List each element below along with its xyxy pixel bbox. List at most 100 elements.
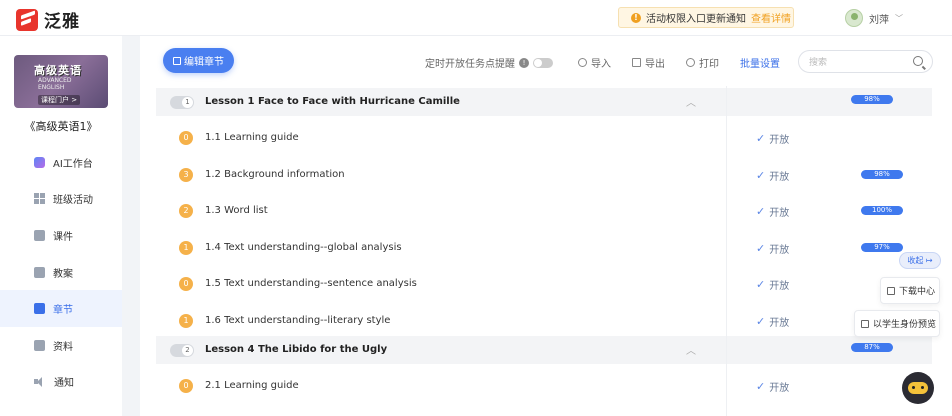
section-progress-bar: 98% — [861, 169, 903, 179]
section-title[interactable]: 1.1 Learning guide — [205, 132, 299, 143]
chapter-icon — [34, 303, 45, 315]
edit-chapter-button[interactable]: 编辑章节 — [163, 48, 234, 73]
batch-settings-button[interactable]: 批量设置 — [740, 55, 780, 70]
section-progress-bar: 97% — [861, 242, 903, 252]
task-count-badge: 0 — [179, 131, 193, 145]
sidebar-item-label: 教案 — [53, 268, 73, 280]
section-title[interactable]: 1.5 Text understanding--sentence analysi… — [205, 278, 417, 289]
export-icon — [632, 58, 641, 67]
task-count-badge: 2 — [179, 204, 193, 219]
import-button[interactable]: 导入 — [578, 55, 611, 70]
course-name: 《高级英语1》 — [24, 120, 98, 133]
sidebar-item-class-activity[interactable]: 班级活动 — [0, 181, 122, 218]
notice-text: 活动权限入口更新通知 — [646, 14, 746, 25]
download-center-button[interactable]: 下载中心 — [880, 277, 940, 304]
timed-open-switch[interactable] — [533, 57, 553, 68]
assistant-robot-icon[interactable] — [902, 372, 934, 404]
export-button[interactable]: 导出 — [632, 55, 665, 70]
logo-icon — [16, 8, 38, 31]
sidebar-item-lesson-plan[interactable]: 教案 — [0, 254, 122, 291]
sidebar-item-chapters[interactable]: 章节 — [0, 290, 122, 327]
avatar — [845, 9, 863, 27]
student-preview-button[interactable]: 以学生身份预览 — [854, 310, 940, 337]
section-row[interactable]: 2 1.3 Word list ✓ 开放 100% — [156, 193, 932, 229]
lesson-row[interactable]: 2 Lesson 4 The Libido for the Ugly ︿ — [156, 335, 932, 364]
course-portal-link[interactable]: 课程门户 > — [38, 95, 81, 105]
sidebar-item-notice[interactable]: 通知 — [0, 364, 122, 401]
ai-icon — [34, 156, 45, 168]
lesson-index-badge: 1 — [170, 96, 194, 109]
section-row[interactable]: 0 2.1 Learning guide ✓ 开放 — [156, 368, 932, 404]
search-input[interactable]: 搜索 — [798, 50, 933, 73]
open-status[interactable]: ✓ 开放 — [756, 314, 789, 329]
notice-banner: ! 活动权限入口更新通知 查看详情 — [618, 7, 794, 28]
sidebar-item-label: 章节 — [53, 305, 73, 317]
logo-text: 泛雅 — [44, 12, 80, 32]
open-status[interactable]: ✓ 开放 — [756, 277, 789, 292]
preview-icon — [861, 319, 869, 328]
section-row-main: 0 1.1 Learning guide — [156, 120, 716, 156]
sidebar-item-label: 课件 — [53, 231, 73, 243]
section-row-main: 0 2.1 Learning guide — [156, 368, 716, 404]
section-title[interactable]: 1.3 Word list — [205, 205, 268, 216]
sidebar-item-label: AI工作台 — [53, 158, 93, 170]
section-title[interactable]: 1.2 Background information — [205, 169, 345, 180]
import-icon — [578, 58, 587, 67]
sidebar-item-materials[interactable]: 资料 — [0, 327, 122, 364]
section-row[interactable]: 3 1.2 Background information ✓ 开放 98% — [156, 157, 932, 193]
open-status[interactable]: ✓ 开放 — [756, 131, 789, 146]
section-row[interactable]: 1 1.6 Text understanding--literary style ✓… — [156, 303, 932, 339]
check-icon: ✓ — [756, 205, 766, 219]
task-count-badge: 0 — [179, 277, 193, 292]
check-icon: ✓ — [756, 168, 766, 182]
app-logo[interactable]: 泛雅 — [16, 7, 80, 32]
lesson-plan-icon — [34, 266, 45, 278]
warning-icon: ! — [631, 12, 641, 23]
open-status[interactable]: ✓ 开放 — [756, 204, 789, 219]
section-row-main: 1 1.6 Text understanding--literary style — [156, 303, 716, 339]
sidebar-item-label: 通知 — [54, 378, 74, 390]
section-row-status: ✓ 开放 — [726, 120, 932, 156]
lesson-index-badge: 2 — [170, 343, 194, 357]
cover-subtitle: ADVANCED ENGLISH — [38, 77, 72, 91]
top-bar: 泛雅 ! 活动权限入口更新通知 查看详情 刘萍 ﹀ — [0, 0, 952, 36]
sidebar-item-courseware[interactable]: 课件 — [0, 217, 122, 254]
check-icon: ✓ — [756, 379, 766, 393]
info-icon[interactable]: ! — [519, 57, 529, 68]
open-status[interactable]: ✓ 开放 — [756, 379, 789, 394]
notice-detail-link[interactable]: 查看详情 — [751, 10, 791, 25]
chevron-up-icon[interactable]: ︿ — [686, 342, 696, 357]
section-row-status: ✓ 开放 98% — [726, 157, 932, 193]
section-row-main: 1 1.4 Text understanding--global analysis — [156, 230, 716, 266]
cover-title: 高级英语 — [34, 64, 82, 77]
section-title[interactable]: 1.4 Text understanding--global analysis — [205, 242, 402, 253]
check-icon: ✓ — [756, 315, 766, 328]
section-title[interactable]: 1.6 Text understanding--literary style — [205, 315, 390, 326]
section-row[interactable]: 1 1.4 Text understanding--global analysis… — [156, 230, 932, 266]
user-name: 刘萍 — [869, 14, 889, 26]
task-count-badge: 1 — [179, 314, 193, 328]
section-row[interactable]: 0 1.1 Learning guide ✓ 开放 — [156, 120, 932, 156]
course-cover[interactable]: 高级英语 ADVANCED ENGLISH 课程门户 > — [14, 55, 108, 108]
sidebar-item-ai-workbench[interactable]: AI工作台 — [0, 144, 122, 181]
print-button[interactable]: 打印 — [686, 55, 719, 70]
section-title[interactable]: 2.1 Learning guide — [205, 380, 299, 391]
sidebar: 高级英语 ADVANCED ENGLISH 课程门户 > 《高级英语1》 AI工… — [0, 36, 122, 416]
search-icon[interactable] — [913, 56, 923, 66]
chevron-up-icon[interactable]: ︿ — [686, 94, 696, 109]
sidebar-item-label: 资料 — [53, 341, 73, 353]
lesson-row[interactable]: 1 Lesson 1 Face to Face with Hurricane Ca… — [156, 88, 932, 116]
grid-icon — [34, 193, 45, 205]
lesson-progress-bar: 87% — [851, 342, 893, 352]
open-status[interactable]: ✓ 开放 — [756, 241, 789, 256]
task-count-badge: 0 — [179, 378, 193, 393]
check-icon: ✓ — [756, 132, 766, 145]
check-icon: ✓ — [756, 278, 766, 292]
collapse-button[interactable]: 收起 ↦ — [899, 252, 941, 269]
download-icon — [887, 286, 895, 295]
toolbar: 编辑章节 定时开放任务点提醒 ! 导入 导出 打印 批量设置 搜索 — [140, 36, 952, 86]
courseware-icon — [34, 229, 45, 241]
open-status[interactable]: ✓ 开放 — [756, 168, 789, 183]
user-menu[interactable]: 刘萍 ﹀ — [845, 9, 903, 27]
section-row[interactable]: 0 1.5 Text understanding--sentence analys… — [156, 266, 932, 302]
